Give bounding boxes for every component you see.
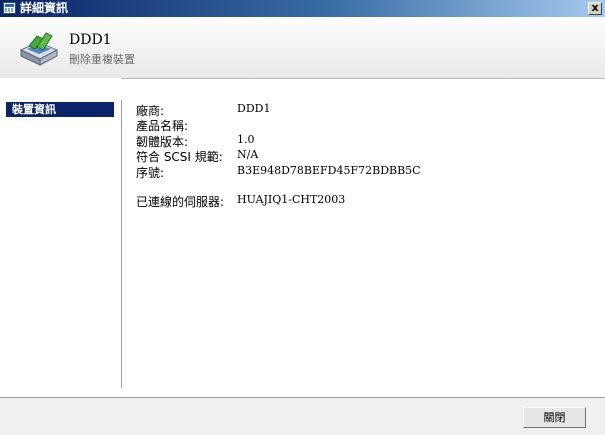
window-close-button[interactable]: x <box>588 2 602 15</box>
firmware-value: 1.0 <box>237 133 255 146</box>
serial-number-label: 序號: <box>136 166 165 180</box>
scsi-compliance-value: N/A <box>237 148 259 161</box>
device-type: 刪除重複裝置 <box>69 53 135 66</box>
connected-server-label: 已連線的伺服器: <box>136 195 225 209</box>
window-title: 詳細資訊 <box>20 1 69 15</box>
deduplication-drive-icon <box>19 32 59 66</box>
sidebar: 裝置資訊 <box>0 78 121 388</box>
grid-window-icon <box>3 2 16 14</box>
scsi-compliance-label: 符合 SCSI 規範: <box>136 150 223 164</box>
connected-server-value: HUAJIQ1-CHT2003 <box>237 193 346 206</box>
close-button[interactable]: 關閉 <box>523 407 586 428</box>
device-name: DDD1 <box>69 32 112 48</box>
vendor-value: DDD1 <box>237 102 271 115</box>
device-header: DDD1 刪除重複裝置 <box>0 17 605 79</box>
title-bar[interactable]: 詳細資訊 x <box>0 0 605 17</box>
footer: 關閉 <box>0 397 605 435</box>
serial-number-value: B3E948D78BEFD45F72BDBB5C <box>237 164 421 177</box>
product-name-label: 產品名稱: <box>136 119 189 133</box>
sidebar-item-device-info[interactable]: 裝置資訊 <box>6 102 114 117</box>
divider <box>121 100 122 388</box>
